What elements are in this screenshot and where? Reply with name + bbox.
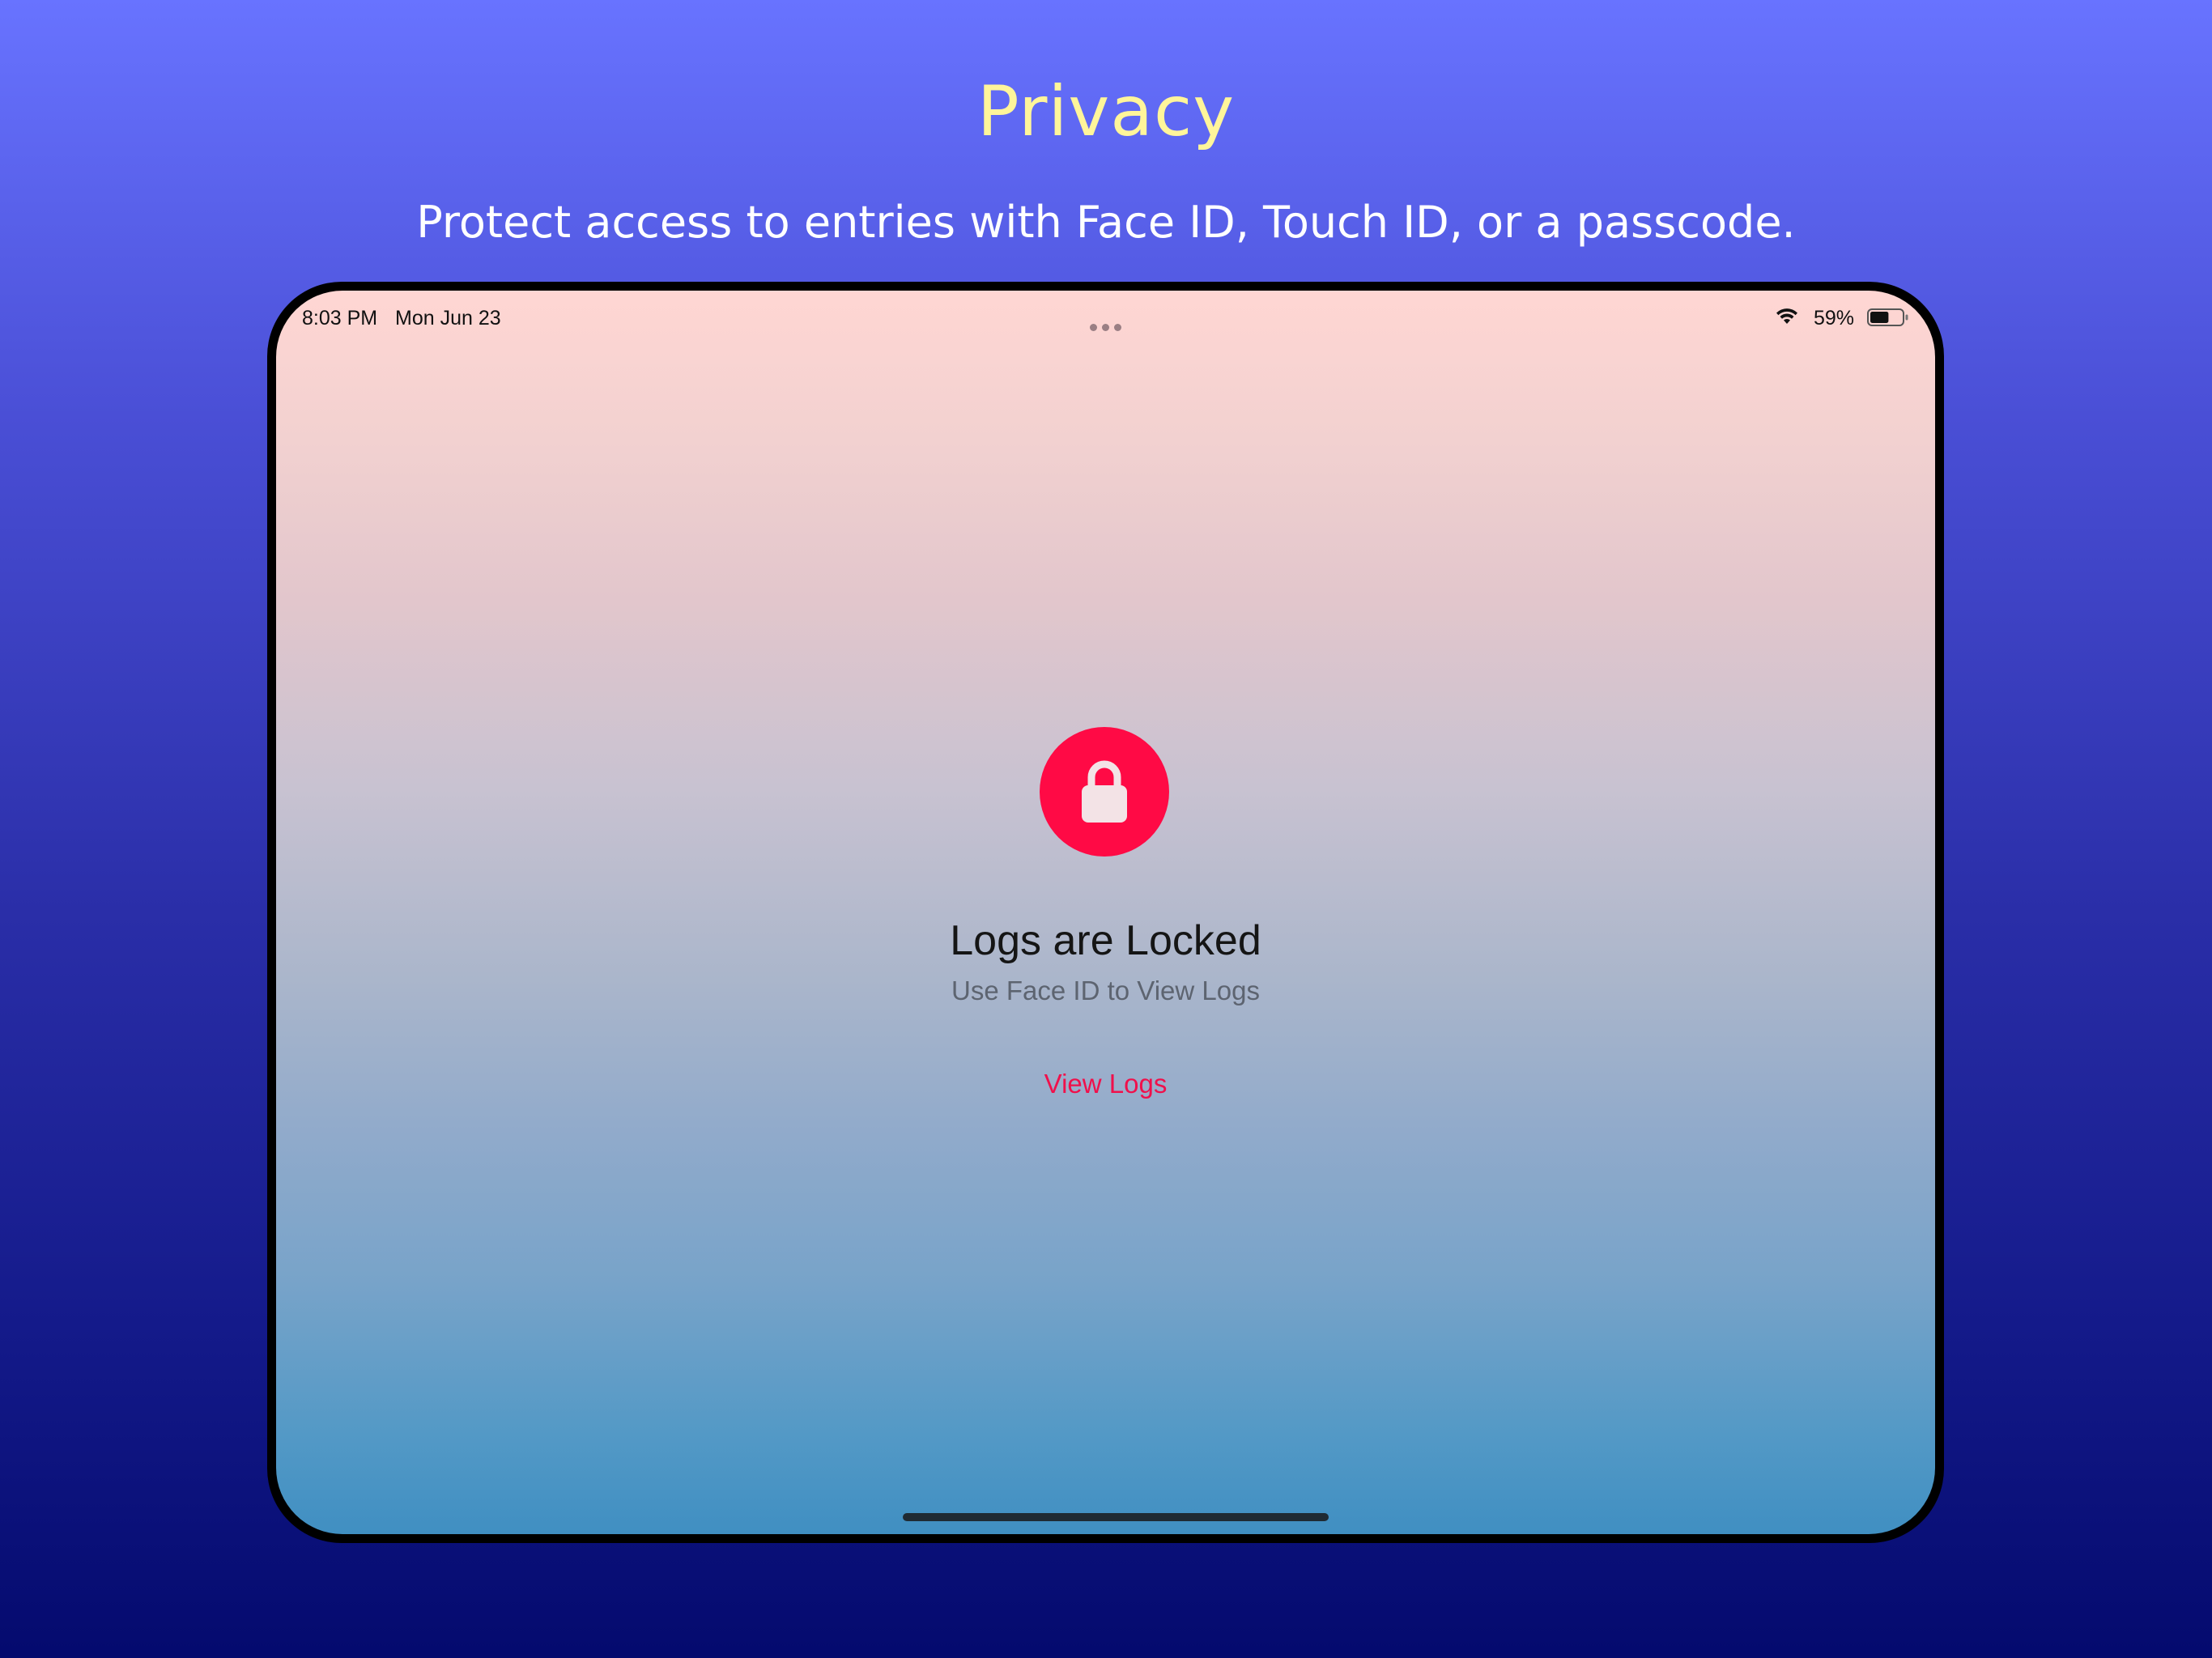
status-indicators: 59% [1747,305,1909,329]
lock-badge [1040,727,1169,857]
status-date: Mon Jun 23 [395,307,501,329]
ipad-device-frame: 8:03 PM Mon Jun 23 59% Logs are Locked U… [267,282,1944,1543]
status-bar: 8:03 PM Mon Jun 23 59% [276,291,1935,339]
locked-title: Logs are Locked [950,917,1261,964]
view-logs-button[interactable]: View Logs [1032,1064,1180,1103]
home-indicator[interactable] [903,1513,1329,1521]
banner-subtitle: Protect access to entries with Face ID, … [416,197,1796,248]
battery-icon [1867,308,1908,326]
lock-icon [1082,760,1127,823]
banner-title: Privacy [976,71,1236,152]
status-time: 8:03 PM [302,307,378,329]
locked-message: Use Face ID to View Logs [951,976,1260,1005]
wifi-icon [1776,308,1797,324]
multitasking-dots-icon[interactable] [1090,313,1130,331]
view-logs-container: View Logs [276,1069,1935,1099]
app-screen: 8:03 PM Mon Jun 23 59% Logs are Locked U… [276,291,1935,1534]
battery-percentage: 59% [1813,307,1854,329]
